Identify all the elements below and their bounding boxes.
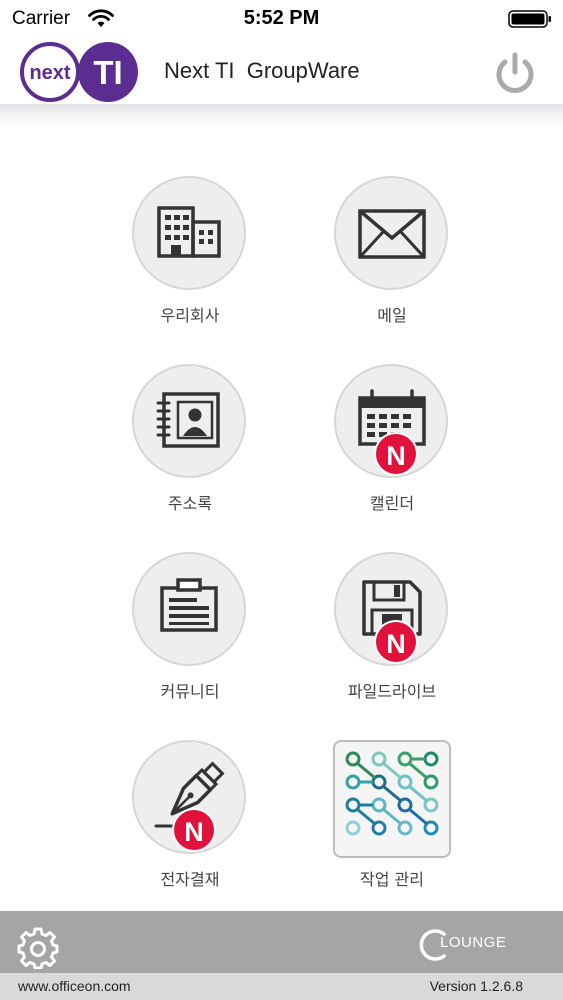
new-badge: N bbox=[374, 620, 418, 664]
version-label: Version 1.2.6.8 bbox=[429, 978, 523, 994]
menu-item-task-management[interactable]: 작업 관리 bbox=[302, 740, 482, 910]
menu-item-community[interactable]: 커뮤니티 bbox=[100, 552, 280, 722]
menu-item-label: 작업 관리 bbox=[360, 870, 424, 889]
menu-item-approval[interactable]: N 전자결재 bbox=[100, 740, 280, 910]
bottom-bar: LOUNGE bbox=[0, 911, 563, 973]
address-book-icon bbox=[156, 392, 220, 448]
menu-item-mail[interactable]: 메일 bbox=[302, 176, 482, 346]
building-icon bbox=[157, 206, 221, 258]
new-badge: N bbox=[374, 432, 418, 476]
header-shadow bbox=[0, 104, 563, 130]
menu-item-icon-circle bbox=[132, 364, 246, 478]
task-network-icon bbox=[345, 751, 439, 836]
menu-grid: 우리회사 메일 주소록 N 캘린더 커뮤니티 N 파일드라이브 N 전자결재 작… bbox=[0, 130, 563, 910]
status-bar: Carrier 5:52 PM bbox=[0, 0, 563, 40]
gear-icon[interactable] bbox=[16, 925, 60, 969]
menu-item-label: 우리회사 bbox=[160, 306, 220, 325]
menu-item-label: 메일 bbox=[377, 306, 407, 325]
menu-item-label: 주소록 bbox=[167, 494, 213, 513]
mail-icon bbox=[358, 209, 426, 259]
menu-item-address-book[interactable]: 주소록 bbox=[100, 364, 280, 534]
menu-item-icon-circle bbox=[334, 176, 448, 290]
app-header: next TI Next TI GroupWare bbox=[0, 40, 563, 106]
status-time: 5:52 PM bbox=[243, 7, 320, 29]
lounge-label: LOUNGE bbox=[440, 934, 507, 951]
logo-text-ti: TI bbox=[93, 54, 122, 91]
menu-item-label: 파일드라이브 bbox=[347, 682, 437, 701]
battery-icon bbox=[508, 10, 551, 28]
menu-item-icon-square bbox=[333, 740, 451, 858]
menu-item-icon-circle bbox=[132, 552, 246, 666]
lounge-button[interactable]: LOUNGE bbox=[414, 925, 514, 965]
menu-item-label: 전자결재 bbox=[160, 870, 220, 889]
menu-item-file-drive[interactable]: N 파일드라이브 bbox=[302, 552, 482, 722]
menu-item-label: 캘린더 bbox=[369, 494, 415, 513]
new-badge: N bbox=[172, 808, 216, 852]
menu-item-calendar[interactable]: N 캘린더 bbox=[302, 364, 482, 534]
logo-text-next: next bbox=[29, 62, 70, 84]
menu-item-icon-circle bbox=[132, 176, 246, 290]
footer-url[interactable]: www.officeon.com bbox=[18, 978, 131, 994]
footer: www.officeon.com Version 1.2.6.8 bbox=[0, 973, 563, 1000]
power-icon[interactable] bbox=[490, 48, 540, 98]
nextti-logo: next TI bbox=[20, 42, 138, 102]
clipboard-icon bbox=[160, 578, 218, 632]
app-title: Next TI GroupWare bbox=[164, 58, 360, 83]
menu-item-label: 커뮤니티 bbox=[160, 682, 220, 701]
menu-item-company[interactable]: 우리회사 bbox=[100, 176, 280, 346]
